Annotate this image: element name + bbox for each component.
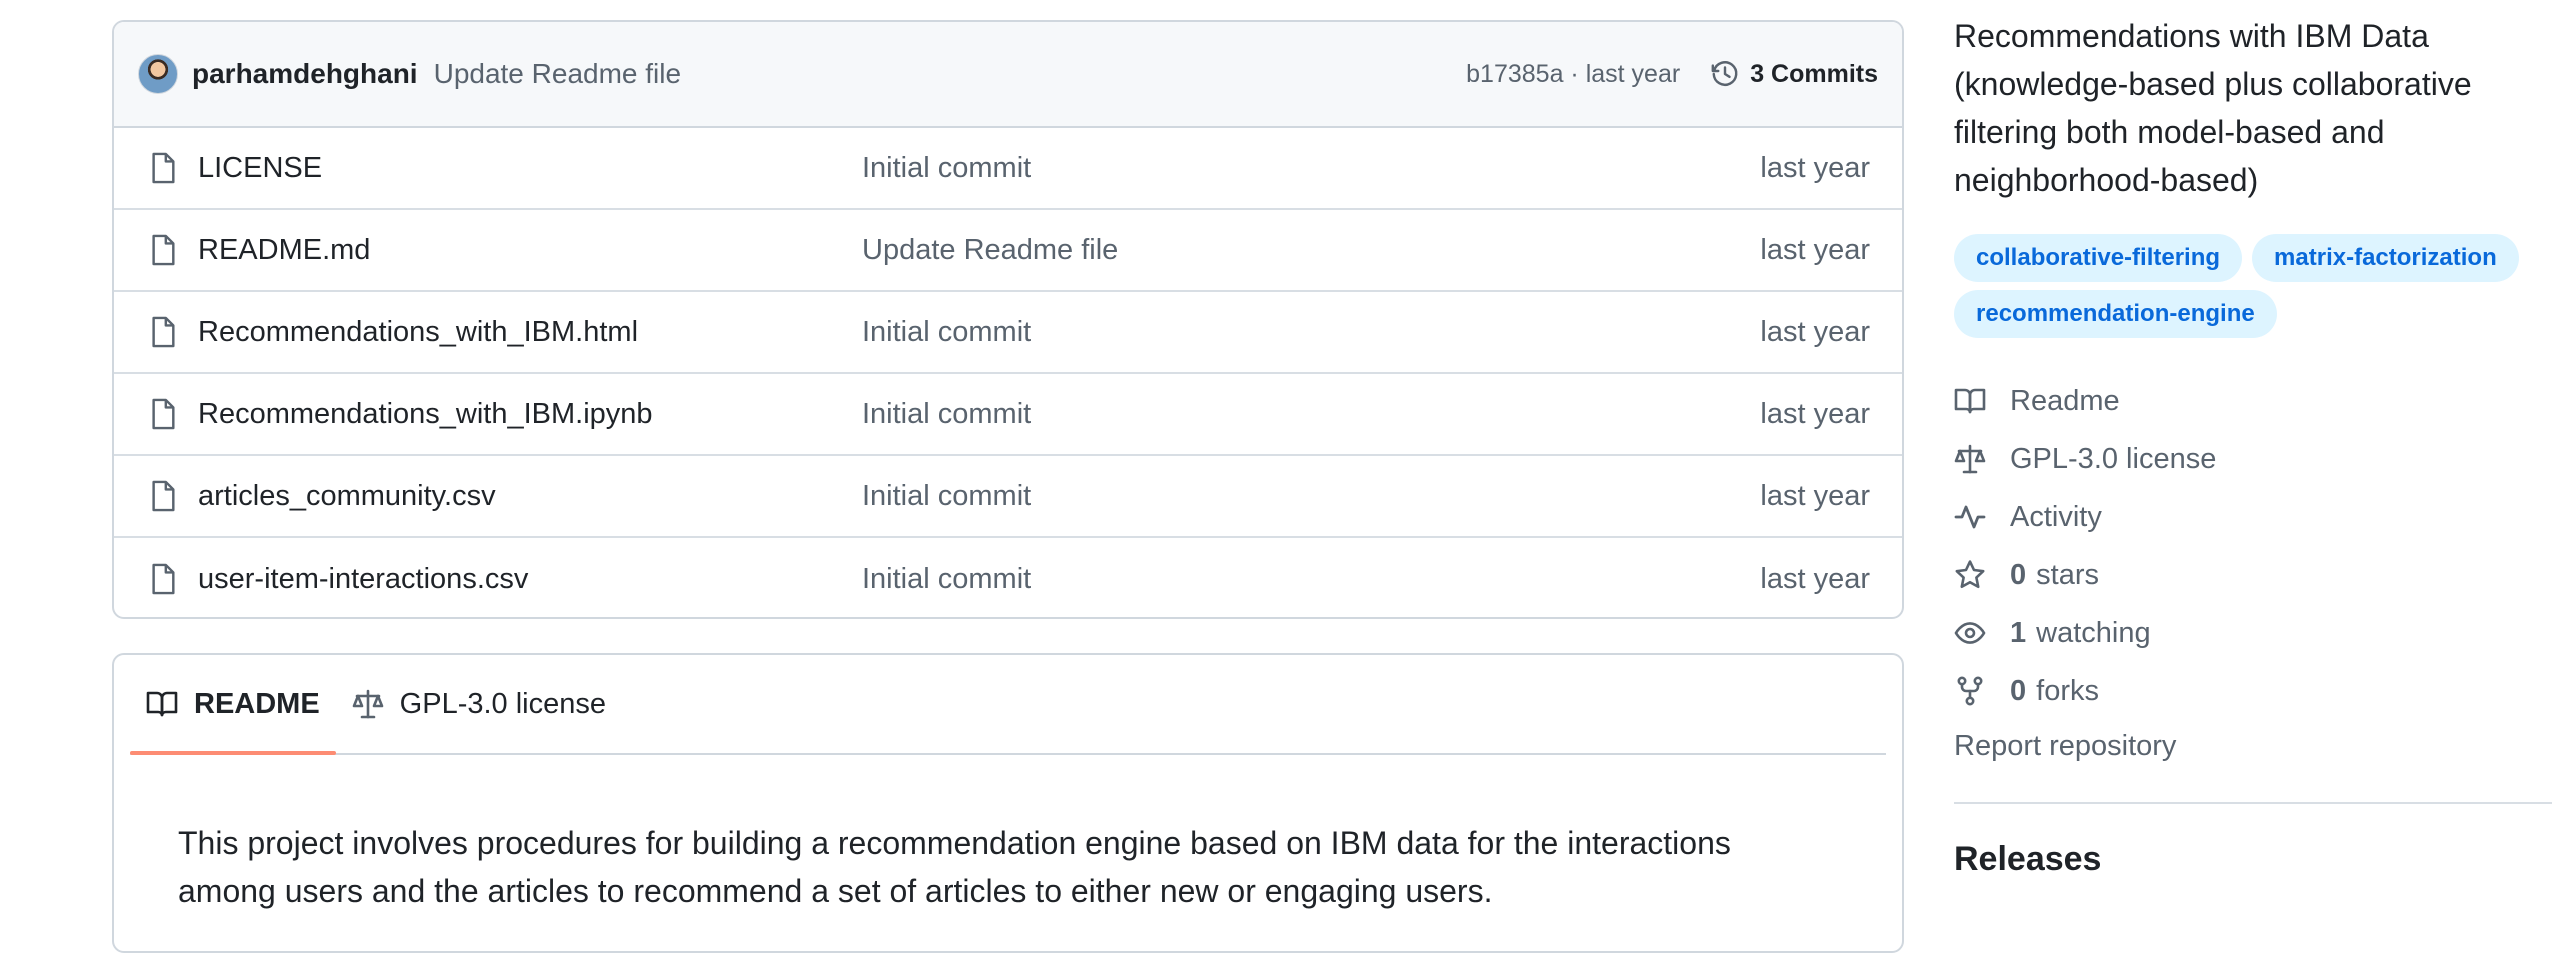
book-icon (1954, 386, 1986, 416)
avatar[interactable] (138, 54, 178, 94)
tab-readme[interactable]: README (130, 655, 336, 755)
tab-license[interactable]: GPL-3.0 license (336, 655, 622, 753)
file-commit-message[interactable]: Initial commit (862, 480, 1760, 513)
activity-link[interactable]: Activity (1954, 488, 2216, 546)
file-name-link[interactable]: user-item-interactions.csv (198, 563, 862, 596)
tab-license-label: GPL-3.0 license (399, 687, 606, 720)
commit-author-link[interactable]: parhamdehghani (192, 58, 418, 90)
file-row[interactable]: user-item-interactions.csv Initial commi… (114, 538, 1902, 617)
forks-count: 0 (2010, 674, 2027, 707)
releases-heading[interactable]: Releases (1954, 840, 2101, 879)
file-name-link[interactable]: Recommendations_with_IBM.html (198, 316, 862, 349)
file-name-link[interactable]: Recommendations_with_IBM.ipynb (198, 398, 862, 431)
commit-hash-time[interactable]: b17385a · last year (1466, 60, 1680, 89)
readme-link-label: Readme (2010, 384, 2120, 417)
file-commit-date: last year (1760, 479, 1870, 512)
about-links: Readme GPL-3.0 license Activity 0 stars … (1954, 372, 2216, 720)
fork-icon (1954, 675, 1986, 707)
file-commit-message[interactable]: Initial commit (862, 398, 1760, 431)
file-name-link[interactable]: LICENSE (198, 152, 862, 185)
star-icon (1954, 559, 1986, 591)
file-icon (148, 315, 178, 349)
file-icon (148, 479, 178, 513)
watchers-link[interactable]: 1 watching (1954, 604, 2216, 662)
file-commit-date: last year (1760, 151, 1870, 184)
law-icon (352, 688, 384, 720)
stars-link[interactable]: 0 stars (1954, 546, 2216, 604)
eye-icon (1954, 619, 1986, 647)
commits-count-label: 3 Commits (1750, 59, 1878, 88)
repo-description: Recommendations with IBM Data (knowledge… (1954, 18, 2472, 198)
topics-list: collaborative-filtering matrix-factoriza… (1954, 234, 2552, 338)
commits-history-link[interactable]: 3 Commits (1710, 59, 1878, 89)
file-row[interactable]: articles_community.csv Initial commit la… (114, 456, 1902, 538)
file-commit-message[interactable]: Initial commit (862, 563, 1760, 596)
file-name-link[interactable]: articles_community.csv (198, 480, 862, 513)
license-link-label: GPL-3.0 license (2010, 442, 2217, 475)
readme-panel: README GPL-3.0 license This project invo… (112, 653, 1904, 953)
forks-link[interactable]: 0 forks (1954, 662, 2216, 720)
readme-link[interactable]: Readme (1954, 372, 2216, 430)
file-row[interactable]: README.md Update Readme file last year (114, 210, 1902, 292)
history-icon (1710, 59, 1740, 89)
file-commit-message[interactable]: Initial commit (862, 316, 1760, 349)
law-icon (1954, 443, 1986, 475)
file-row[interactable]: LICENSE Initial commit last year (114, 128, 1902, 210)
stars-label: stars (2036, 558, 2099, 591)
readme-body-text: This project involves procedures for bui… (178, 825, 1731, 909)
report-repository-link[interactable]: Report repository (1954, 730, 2176, 763)
topic-tag[interactable]: recommendation-engine (1954, 290, 2277, 338)
file-row[interactable]: Recommendations_with_IBM.ipynb Initial c… (114, 374, 1902, 456)
pulse-icon (1954, 503, 1986, 531)
file-row[interactable]: Recommendations_with_IBM.html Initial co… (114, 292, 1902, 374)
file-commit-date: last year (1760, 233, 1870, 266)
license-link[interactable]: GPL-3.0 license (1954, 430, 2216, 488)
tab-readme-label: README (194, 687, 320, 720)
file-commit-message[interactable]: Initial commit (862, 152, 1760, 185)
watchers-count: 1 (2010, 616, 2027, 649)
file-icon (148, 151, 178, 185)
file-icon (148, 397, 178, 431)
stars-count: 0 (2010, 558, 2027, 591)
file-commit-date: last year (1760, 397, 1870, 430)
watchers-label: watching (2036, 616, 2151, 649)
latest-commit-bar: parhamdehghani Update Readme file b17385… (114, 22, 1902, 128)
file-commit-message[interactable]: Update Readme file (862, 234, 1760, 267)
file-icon (148, 233, 178, 267)
file-commit-date: last year (1760, 562, 1870, 595)
activity-link-label: Activity (2010, 500, 2102, 533)
commit-message-link[interactable]: Update Readme file (434, 58, 681, 90)
book-icon (146, 689, 178, 719)
readme-tabs: README GPL-3.0 license (130, 655, 1886, 755)
file-table: parhamdehghani Update Readme file b17385… (112, 20, 1904, 619)
topic-tag[interactable]: matrix-factorization (2252, 234, 2519, 282)
sidebar-divider (1954, 802, 2552, 804)
file-name-link[interactable]: README.md (198, 234, 862, 267)
topic-tag[interactable]: collaborative-filtering (1954, 234, 2243, 282)
file-icon (148, 562, 178, 596)
forks-label: forks (2036, 674, 2099, 707)
file-commit-date: last year (1760, 315, 1870, 348)
